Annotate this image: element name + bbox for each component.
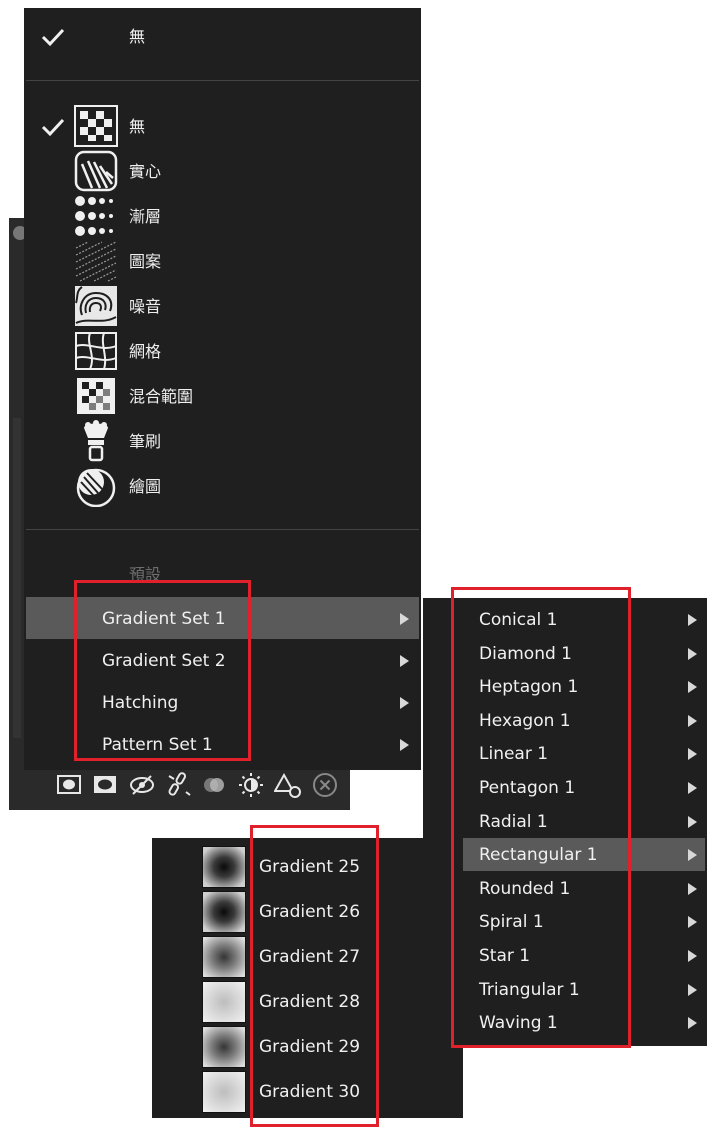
- menu-item-gradient[interactable]: 漸層: [129, 207, 161, 227]
- unlink-icon[interactable]: [166, 770, 192, 798]
- noise-icon: [75, 286, 117, 326]
- submenu-arrow-icon: [688, 715, 697, 727]
- annotation-box-gradients: [250, 825, 379, 1127]
- submenu-arrow-icon: [688, 1017, 697, 1029]
- hide-eye-icon[interactable]: [128, 773, 156, 797]
- submenu-arrow-icon: [688, 984, 697, 996]
- submenu-arrow-icon: [688, 782, 697, 794]
- panel-divider: [13, 418, 21, 738]
- blend-circles-icon[interactable]: [202, 774, 226, 796]
- gradient-swatch: [202, 936, 246, 978]
- gradient-swatch: [202, 846, 246, 888]
- gradient-swatch: [202, 1071, 246, 1113]
- layer-toolbar: [9, 770, 350, 810]
- pattern-hatch-icon: [75, 241, 117, 282]
- submenu-arrow-icon: [688, 614, 697, 626]
- separator: [26, 80, 419, 81]
- menu-item-none[interactable]: 無: [129, 117, 145, 137]
- submenu-arrow-icon: [688, 950, 697, 962]
- submenu-arrow-icon: [400, 613, 409, 625]
- submenu-arrow-icon: [688, 681, 697, 693]
- menu-item-noise[interactable]: 噪音: [129, 297, 161, 317]
- submenu-arrow-icon: [688, 816, 697, 828]
- brush-icon: [84, 420, 108, 462]
- submenu-arrow-icon: [400, 697, 409, 709]
- check-icon: [41, 28, 65, 47]
- annotation-box-shapes: [451, 587, 631, 1048]
- submenu-arrow-icon: [688, 648, 697, 660]
- gradient-dots-icon: [75, 196, 113, 236]
- submenu-arrow-icon: [688, 916, 697, 928]
- menu-item-paint[interactable]: 繪圖: [129, 477, 161, 497]
- submenu-arrow-icon: [688, 849, 697, 861]
- submenu-arrow-icon: [688, 883, 697, 895]
- menu-item-solid[interactable]: 實心: [129, 162, 161, 182]
- blend-range-icon: [77, 378, 115, 414]
- menu-item-brush[interactable]: 筆刷: [129, 432, 161, 452]
- mesh-grid-icon: [75, 332, 117, 370]
- submenu-arrow-icon: [400, 739, 409, 751]
- paint-icon: [76, 468, 116, 507]
- check-icon: [41, 118, 65, 137]
- close-circle-icon[interactable]: [312, 772, 338, 798]
- gradient-swatch: [202, 1026, 246, 1068]
- submenu-arrow-icon: [688, 748, 697, 760]
- menu-item-mesh[interactable]: 網格: [129, 342, 161, 362]
- checker-none-icon: [74, 105, 118, 147]
- menu-item-pattern[interactable]: 圖案: [129, 252, 161, 272]
- annotation-box-sets: [74, 580, 251, 761]
- menu-item-none-top[interactable]: 無: [129, 27, 145, 47]
- brightness-icon[interactable]: [238, 772, 264, 798]
- mask-ellipse-icon[interactable]: [92, 773, 118, 797]
- solid-fill-icon: [74, 150, 118, 192]
- gradient-swatch: [202, 891, 246, 933]
- menu-item-blend-range[interactable]: 混合範圍: [129, 387, 193, 407]
- submenu-arrow-icon: [400, 655, 409, 667]
- separator: [26, 529, 419, 530]
- shapes-icon[interactable]: [274, 772, 302, 798]
- gradient-swatch: [202, 981, 246, 1023]
- mask-rect-icon[interactable]: [56, 773, 82, 797]
